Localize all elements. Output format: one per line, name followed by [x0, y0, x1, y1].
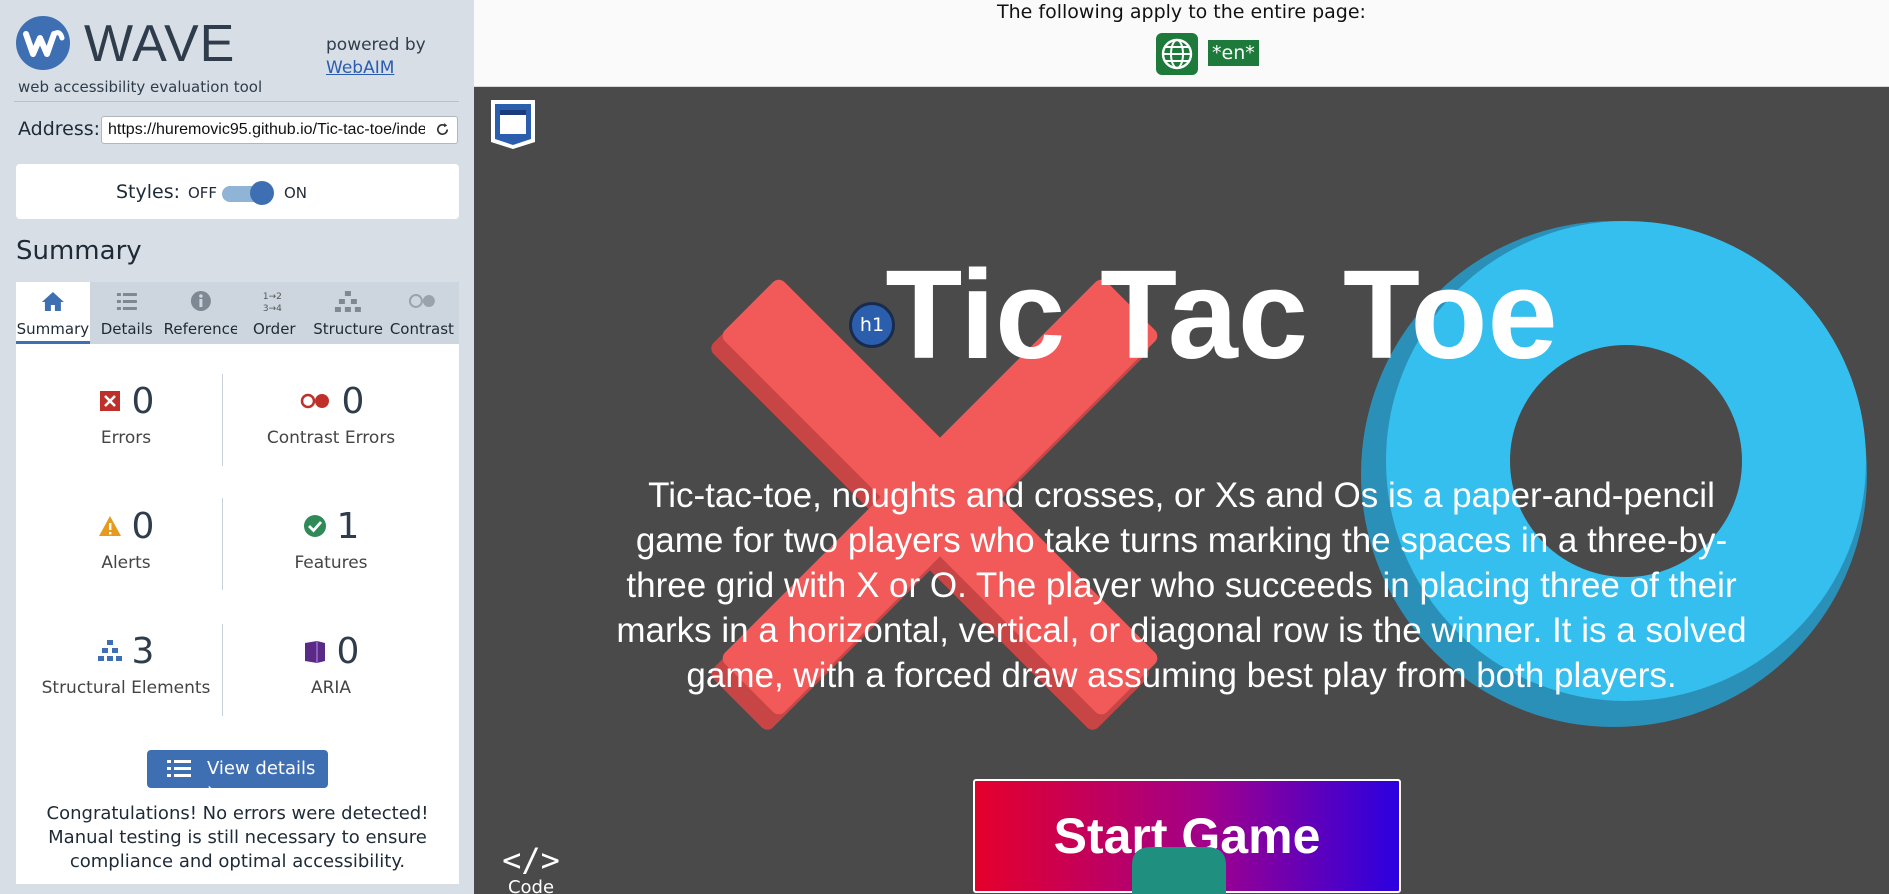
code-icon[interactable]: </> [474, 841, 588, 879]
list-icon [116, 293, 137, 310]
wave-sidebar: WAVE web accessibility evaluation tool p… [0, 0, 474, 894]
page-level-text: The following apply to the entire page: [997, 1, 1366, 23]
tab-summary[interactable]: Summary [16, 282, 90, 344]
structural-metric[interactable]: 3 Structural Elements [26, 626, 226, 726]
tab-contrast-label: Contrast [389, 320, 454, 338]
svg-text:1→2: 1→2 [263, 292, 282, 302]
tab-reference-label: Reference [163, 320, 240, 338]
toggle-knob [250, 181, 274, 205]
address-input[interactable] [101, 116, 458, 144]
feature-icon [303, 515, 326, 537]
page-title: Tic Tac Toe [885, 244, 1558, 385]
errors-count: 0 [131, 380, 155, 422]
aria-label: ARIA [310, 678, 352, 698]
contrast-errors-label: Contrast Errors [266, 428, 396, 448]
tab-order[interactable]: 1→2 3→4 Order [237, 282, 312, 344]
address-row: Address: [18, 114, 458, 144]
error-icon [99, 391, 120, 411]
features-metric[interactable]: 1 Features [231, 501, 431, 601]
summary-panel: 0 Errors 0 Contrast Errors 0 Alerts 1 Fe… [16, 344, 459, 884]
styles-on-label: ON [284, 184, 308, 202]
alerts-label: Alerts [101, 553, 151, 573]
structural-count: 3 [131, 630, 155, 672]
code-toggle-tab[interactable] [1122, 847, 1236, 894]
tab-contrast[interactable]: Contrast [384, 282, 459, 344]
language-globe-icon[interactable] [1156, 33, 1198, 75]
tab-order-label: Order [252, 320, 296, 338]
congrats-message: Congratulations! No errors were detected… [46, 803, 429, 872]
tab-reference[interactable]: Reference [163, 282, 240, 344]
tab-details[interactable]: Details [89, 282, 164, 344]
page-structure-icon[interactable] [488, 98, 538, 150]
info-icon [190, 291, 211, 311]
brand-divider [14, 101, 459, 102]
view-details-label: View details › [207, 758, 316, 800]
errors-metric[interactable]: 0 Errors [26, 376, 226, 476]
tab-structure[interactable]: Structure [311, 282, 385, 344]
alerts-metric[interactable]: 0 Alerts [26, 501, 226, 601]
styles-card: Styles: OFF ON [16, 164, 459, 219]
styles-off-label: OFF [188, 184, 218, 202]
page-level-bar: The following apply to the entire page: … [474, 0, 1889, 87]
structural-label: Structural Elements [41, 678, 211, 698]
language-badge[interactable]: *en* [1208, 40, 1259, 66]
wave-brand: WAVE web accessibility evaluation tool p… [16, 16, 461, 102]
styles-label: Styles: [116, 181, 181, 203]
alert-icon [98, 516, 121, 536]
evaluated-page: Tic Tac Toe h1 Tic-tac-toe, noughts and … [474, 87, 1889, 894]
wave-tabs: Summary Details Reference 1→2 3→4 Order [16, 282, 459, 344]
webaim-link[interactable]: WebAIM [326, 58, 394, 78]
wave-tagline: web accessibility evaluation tool [18, 78, 263, 96]
address-label: Address: [18, 118, 101, 140]
wave-logo-text: WAVE [84, 15, 236, 73]
features-label: Features [294, 553, 368, 573]
aria-count: 0 [336, 630, 360, 672]
features-count: 1 [336, 505, 360, 547]
errors-label: Errors [100, 428, 152, 448]
home-icon [41, 292, 64, 311]
view-details-button[interactable]: View details › [147, 750, 328, 800]
contrast-errors-count: 0 [341, 380, 365, 422]
h1-badge-icon[interactable]: h1 [849, 302, 895, 348]
list-icon [167, 760, 191, 777]
structural-icon [97, 640, 122, 661]
wave-logo-icon[interactable] [16, 16, 70, 70]
structure-icon [335, 291, 362, 312]
tab-summary-label: Summary [16, 320, 90, 338]
tab-details-label: Details [100, 320, 153, 338]
reload-icon[interactable] [435, 122, 450, 137]
tab-structure-label: Structure [313, 320, 383, 338]
powered-by-text: powered by [326, 35, 426, 55]
summary-heading: Summary [16, 236, 142, 266]
aria-icon [304, 641, 325, 663]
order-icon: 1→2 3→4 [263, 292, 282, 314]
page-description: Tic-tac-toe, noughts and crosses, or Xs … [616, 476, 1747, 695]
svg-text:3→4: 3→4 [263, 304, 282, 314]
contrast-icon [408, 294, 435, 308]
styles-toggle[interactable] [222, 181, 274, 205]
contrast-errors-metric[interactable]: 0 Contrast Errors [231, 376, 431, 476]
aria-metric[interactable]: 0 ARIA [231, 626, 431, 726]
contrast-error-icon [300, 393, 329, 409]
code-label[interactable]: Code [474, 877, 588, 894]
alerts-count: 0 [131, 505, 155, 547]
powered-by: powered by WebAIM [326, 34, 426, 80]
